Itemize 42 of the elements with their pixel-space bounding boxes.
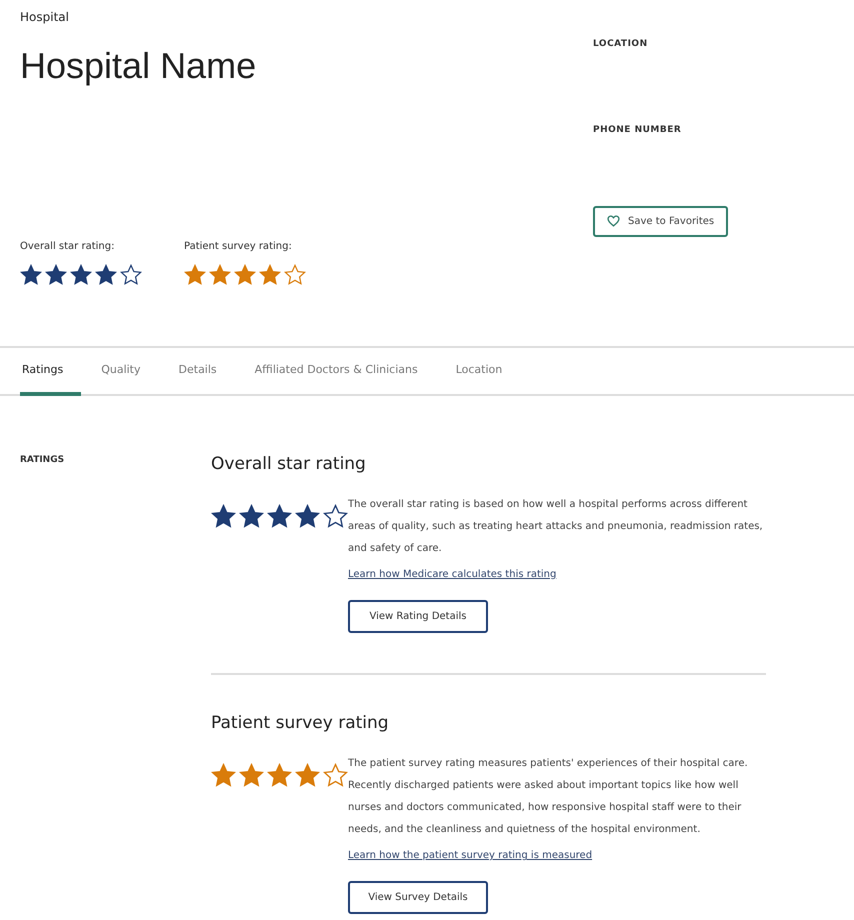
section-label: RATINGS: [20, 454, 66, 466]
star-icon: [45, 264, 67, 286]
details-button[interactable]: View Rating Details: [348, 600, 488, 633]
contact-label: LOCATION: [593, 38, 649, 51]
hospital-title: Hospital Name: [20, 44, 258, 88]
info-link[interactable]: Learn how Medicare calculates this rating: [348, 566, 556, 582]
star-icon: [295, 763, 320, 788]
rating-label: Overall star rating:: [20, 240, 116, 254]
section-title: Overall star rating: [211, 454, 367, 474]
tab[interactable]: Affiliated Doctors & Clinicians: [252, 348, 436, 396]
tab[interactable]: Quality: [99, 348, 159, 396]
star-icon: [95, 264, 117, 286]
favorites-button[interactable]: Save to Favorites: [593, 206, 728, 236]
star-icon: [259, 264, 281, 286]
contact-label: PHONE NUMBER: [593, 124, 682, 137]
tab[interactable]: Ratings: [20, 348, 82, 396]
details-button[interactable]: View Survey Details: [348, 881, 488, 914]
rating-label: Patient survey rating:: [184, 240, 293, 254]
star-icon: [239, 504, 264, 529]
star-icon: [209, 264, 231, 286]
tab[interactable]: Details: [176, 348, 235, 396]
star-icon: [70, 264, 92, 286]
breadcrumb-link[interactable]: Hospital: [20, 8, 593, 26]
section-title: Patient survey rating: [211, 712, 390, 734]
info-link[interactable]: Learn how the patient survey rating is measured: [348, 848, 592, 864]
star-icon: [267, 504, 292, 529]
star-icon: [211, 504, 236, 529]
rating-description: The patient survey rating measures patients' experiences of their hospital care. Recently discharged patients were asked about important topics like how well nurses and doctors communicated, how responsive hospital staff were to their needs, and the cleanliness and quietness of the hospital environment.: [348, 757, 749, 838]
empty-star-icon: [120, 264, 142, 286]
star-icon: [295, 504, 320, 529]
star-icon: [211, 763, 236, 788]
empty-star-icon: [284, 264, 306, 286]
tab[interactable]: Location: [454, 348, 520, 396]
rating-description: The overall star rating is based on how well a hospital performs across different areas of quality, such as treating heart attacks and pneumonia, readmission rates, and safety of care.: [348, 498, 764, 556]
heart-icon: [607, 215, 620, 227]
star-icon: [239, 763, 264, 788]
star-icon: [234, 264, 256, 286]
empty-star-icon: [323, 504, 348, 529]
star-icon: [267, 763, 292, 788]
star-icon: [20, 264, 42, 286]
star-icon: [184, 264, 206, 286]
empty-star-icon: [323, 763, 348, 788]
